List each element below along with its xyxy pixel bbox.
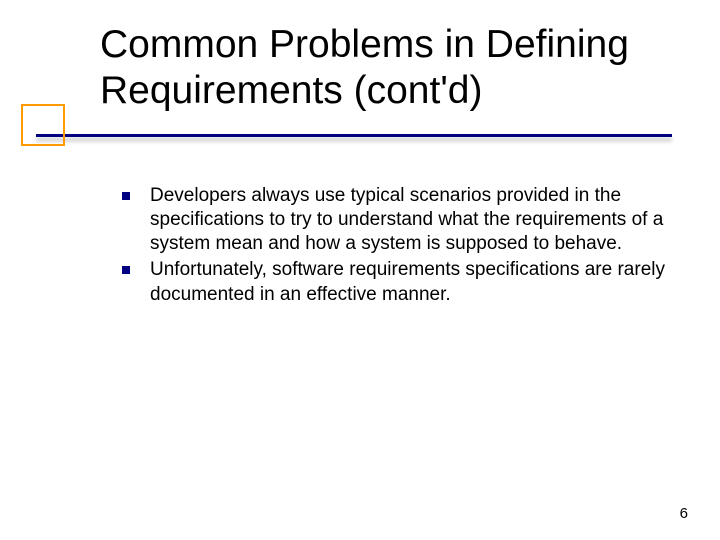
bullet-text: Developers always use typical scenarios …	[150, 184, 688, 256]
title-underline	[36, 134, 672, 137]
page-number: 6	[680, 505, 688, 522]
accent-square-icon	[21, 104, 65, 146]
list-item: Unfortunately, software requirements spe…	[102, 258, 688, 306]
bullet-text: Unfortunately, software requirements spe…	[150, 258, 688, 306]
title-area: Common Problems in Defining Requirements…	[100, 22, 690, 114]
list-item: Developers always use typical scenarios …	[102, 184, 688, 256]
bullet-icon	[102, 184, 150, 200]
slide-title: Common Problems in Defining Requirements…	[100, 22, 690, 114]
bullet-icon	[102, 258, 150, 274]
slide: Common Problems in Defining Requirements…	[0, 0, 720, 540]
body-text: Developers always use typical scenarios …	[102, 184, 688, 309]
